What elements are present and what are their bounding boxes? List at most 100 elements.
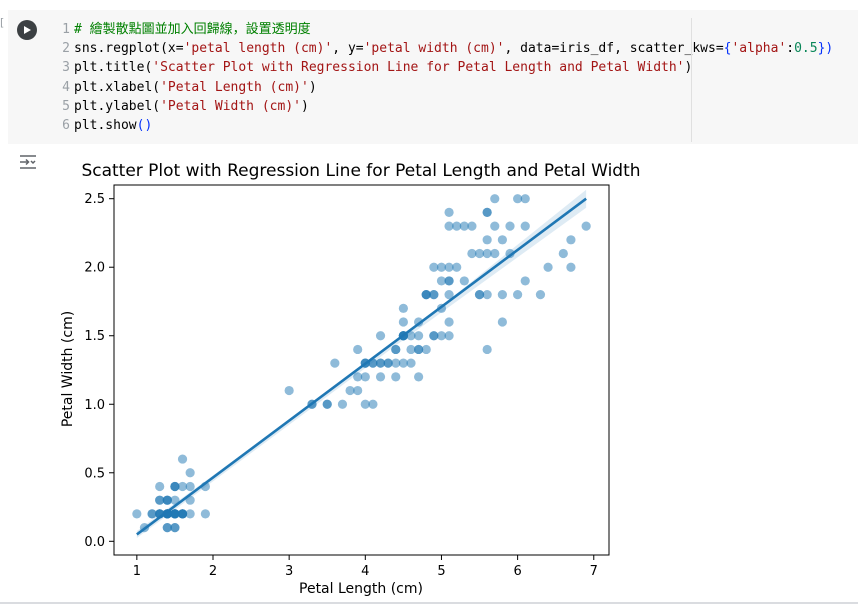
scatter-point <box>284 385 294 396</box>
scatter-point <box>345 385 355 396</box>
code-token: ) <box>300 98 309 114</box>
scatter-point <box>535 290 546 300</box>
scatter-point <box>482 344 492 355</box>
code-token: sns.regplot(x= <box>74 41 184 57</box>
scatter-point <box>490 221 500 231</box>
scatter-point <box>368 399 378 409</box>
scatter-point <box>513 290 523 300</box>
code-token: plt.xlabel( <box>74 79 161 95</box>
scatter-point <box>375 331 386 341</box>
code-token: plt.ylabel( <box>74 98 161 114</box>
scatter-point <box>482 235 492 245</box>
scatter-point <box>581 221 591 231</box>
scatter-point <box>322 399 332 409</box>
x-tick-label: 7 <box>590 564 598 579</box>
run-cell-button[interactable] <box>17 20 37 40</box>
scatter-point <box>398 317 408 327</box>
scatter-point <box>558 248 568 259</box>
scatter-point <box>444 331 454 341</box>
scatter-point <box>162 495 172 505</box>
scatter-point <box>444 317 454 327</box>
line-number: 2 <box>62 41 70 57</box>
editor-ruler <box>691 18 692 142</box>
scatter-point <box>497 317 507 327</box>
code-line: 5 plt.ylabel('Petal Width (cm)') <box>54 97 694 116</box>
scatter-point <box>436 276 447 286</box>
scatter-point <box>566 262 576 272</box>
line-number: 1 <box>62 22 70 37</box>
scatter-point <box>185 468 195 478</box>
scatter-point <box>132 509 142 519</box>
scatter-point <box>406 344 416 355</box>
scatter-point <box>444 207 454 218</box>
scatter-point <box>421 290 431 300</box>
scatter-point <box>482 248 492 259</box>
cell-edge-marker: [ <box>0 16 5 29</box>
code-token: 'petal length (cm)' <box>183 41 333 57</box>
code-line: 4 plt.xlabel('Petal Length (cm)') <box>54 78 694 97</box>
regression-line <box>136 197 587 536</box>
scatter-point <box>452 262 462 272</box>
scatter-point <box>421 344 431 355</box>
x-tick-label: 5 <box>437 564 445 579</box>
line-number: 3 <box>62 60 70 76</box>
scatter-point <box>474 290 485 300</box>
scatter-point <box>543 262 553 272</box>
code-token: plt.title( <box>74 60 153 76</box>
cell-output: Scatter Plot with Regression Line for Pe… <box>50 148 850 600</box>
code-line: 6 plt.show() <box>54 116 694 135</box>
x-tick-label: 1 <box>133 564 141 579</box>
code-token: 'Petal Length (cm)' <box>160 79 309 95</box>
scatter-point <box>337 399 348 409</box>
scatter-point <box>383 358 393 368</box>
x-tick-label: 4 <box>361 564 369 579</box>
line-number: 5 <box>62 98 70 114</box>
code-token: ) <box>308 79 317 95</box>
scatter-point <box>497 290 507 300</box>
code-token: : <box>786 41 795 57</box>
scatter-point <box>414 331 424 341</box>
y-tick-label: 1.0 <box>84 398 105 413</box>
scatter-point <box>162 522 172 533</box>
code-token: , y= <box>332 41 364 57</box>
scatter-point <box>482 207 492 218</box>
scatter-point <box>155 481 165 492</box>
code-token: 'alpha' <box>731 41 787 57</box>
scatter-point <box>566 235 576 245</box>
y-tick-label: 0.0 <box>84 535 105 550</box>
scatter-point <box>490 194 500 204</box>
code-token: plt.show <box>74 117 137 133</box>
output-toggle-icon <box>20 155 36 169</box>
scatter-point <box>429 262 439 272</box>
code-editor[interactable]: 1 # 繪製散點圖並加入回歸線，設置透明度 2 sns.regplot(x='peta… <box>54 20 833 142</box>
code-line: 3 plt.title('Scatter Plot with Regression… <box>54 58 694 77</box>
x-tick-label: 6 <box>513 564 521 579</box>
x-axis-label: Petal Length (cm) <box>299 581 423 597</box>
scatter-point <box>520 276 530 286</box>
scatter-chart: Scatter Plot with Regression Line for Pe… <box>60 161 641 597</box>
y-tick-label: 2.0 <box>84 261 105 276</box>
scatter-point <box>398 303 408 313</box>
scatter-point <box>497 235 507 245</box>
scatter-point <box>375 372 386 382</box>
scatter-point <box>467 221 477 231</box>
y-tick-label: 0.5 <box>84 466 105 481</box>
scatter-point <box>391 372 401 382</box>
x-tick-label: 3 <box>285 564 293 579</box>
scatter-point <box>353 344 363 355</box>
y-tick-label: 2.5 <box>84 192 105 207</box>
code-token: 'petal width (cm)' <box>363 41 505 57</box>
line-number: 4 <box>62 79 70 95</box>
scatter-point <box>520 221 530 231</box>
code-token: 0.5 <box>794 41 818 57</box>
scatter-point <box>360 372 370 382</box>
code-token: 'Scatter Plot with Regression Line for P… <box>152 60 685 76</box>
x-tick-label: 2 <box>209 564 217 579</box>
code-line: 2 sns.regplot(x='petal length (cm)', y='p… <box>54 39 833 58</box>
y-tick-label: 1.5 <box>84 329 105 344</box>
chart-title: Scatter Plot with Regression Line for Pe… <box>81 161 640 181</box>
code-token: 'Petal Width (cm)' <box>160 98 301 114</box>
code-token: }) <box>817 41 834 57</box>
scatter-point <box>200 509 210 519</box>
output-toggle-button[interactable] <box>18 152 38 172</box>
